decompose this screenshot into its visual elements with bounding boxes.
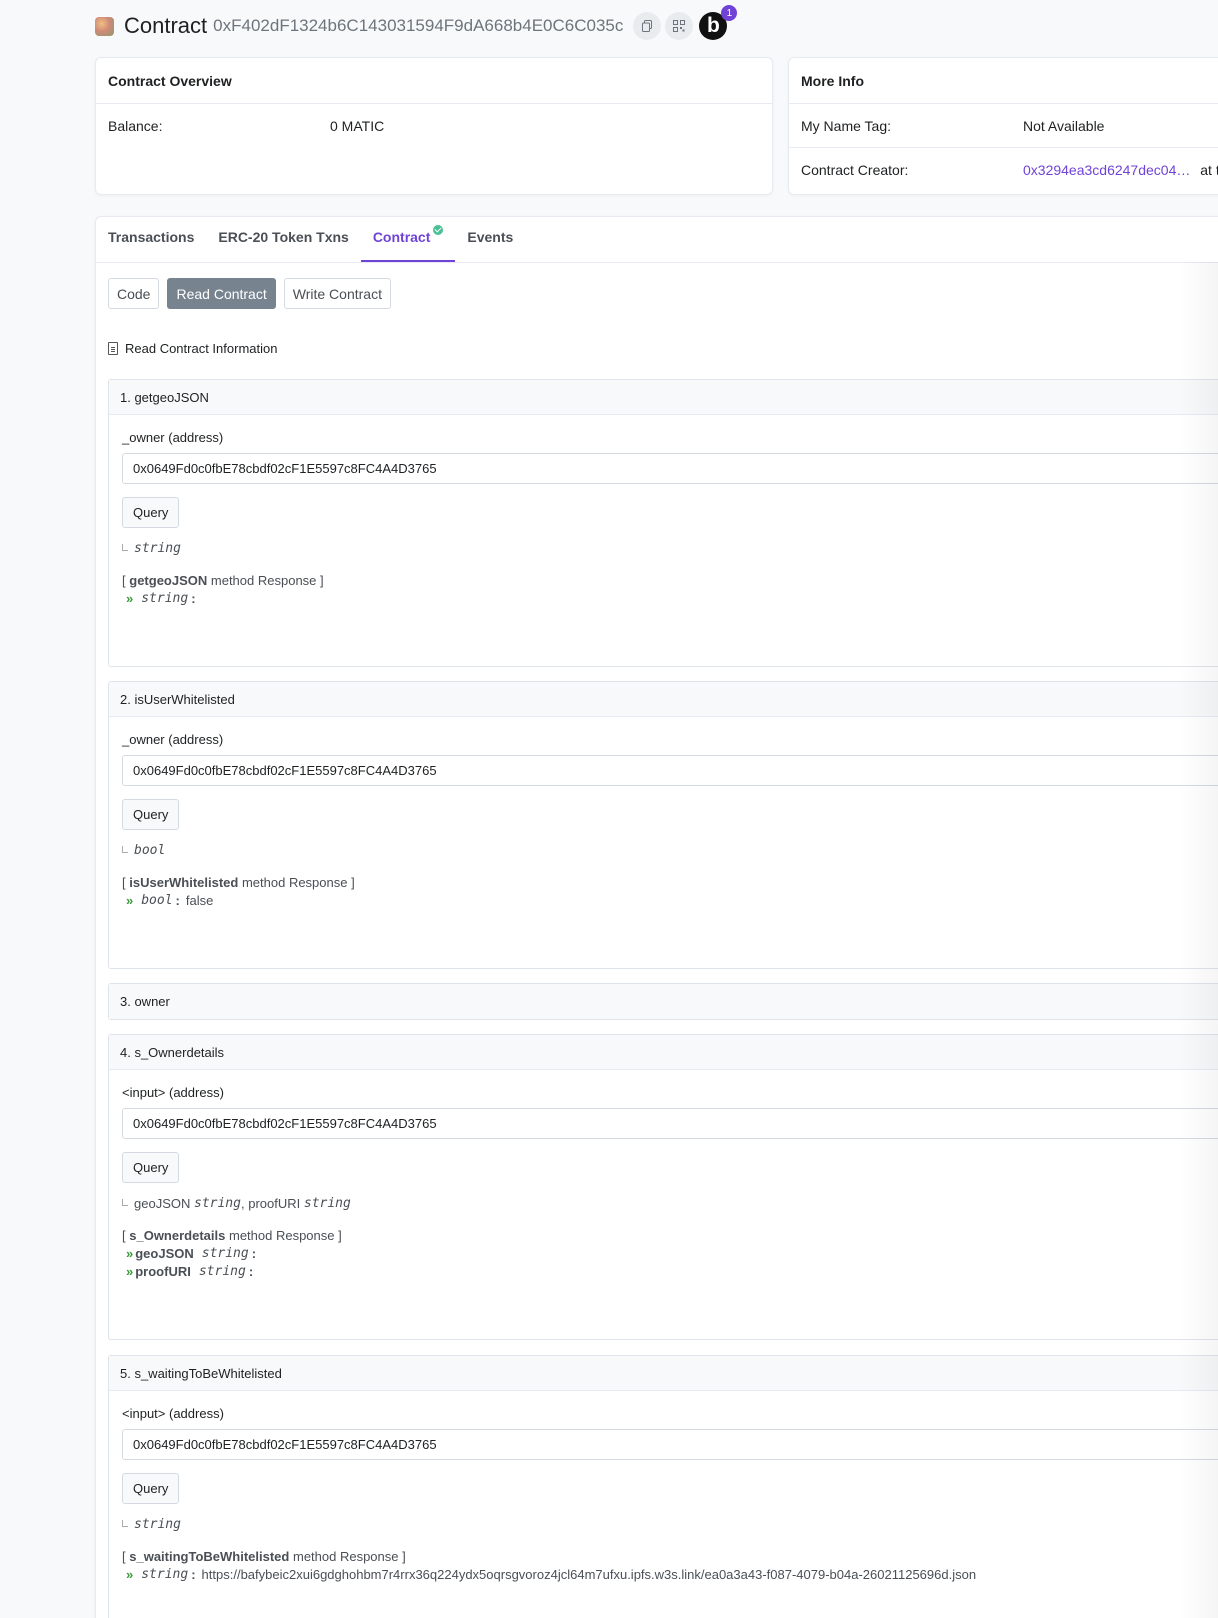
contract-subtabs: Code Read Contract Write Contract <box>96 263 1218 309</box>
blockscan-chat-button[interactable]: b 1 <box>699 5 738 40</box>
contract-creator-link[interactable]: 0x3294ea3cd6247dec04… <box>1023 162 1190 178</box>
param-label: <input> (address) <box>122 1085 224 1100</box>
param-label: _owner (address) <box>122 430 224 445</box>
return-corner-icon <box>122 846 128 853</box>
response-method-name: s_waitingToBeWhitelisted <box>129 1549 290 1564</box>
return-type: bool <box>122 843 1218 858</box>
return-corner-icon <box>122 1520 128 1527</box>
blockscan-label: b <box>706 14 720 37</box>
double-chevron-icon: » <box>126 1246 134 1261</box>
tab-events[interactable]: Events <box>455 217 525 262</box>
double-chevron-icon: » <box>126 1264 134 1279</box>
tab-contract[interactable]: Contract <box>360 217 456 262</box>
contract-logo-icon <box>95 16 114 36</box>
response-row: » bool: false <box>126 893 214 908</box>
balance-label: Balance: <box>108 118 163 134</box>
return-type: string <box>122 1517 1218 1532</box>
address-input[interactable]: 0x0649Fd0c0fbE78cbdf02cF1E5597c8FC4A4D37… <box>122 1108 1218 1139</box>
response-heading: [ s_waitingToBeWhitelisted method Respon… <box>122 1549 406 1564</box>
creator-tx-prefix: at t <box>1200 162 1218 178</box>
more-info-card: More Info My Name Tag: Not Available Con… <box>788 57 1218 195</box>
query-button[interactable]: Query <box>122 497 180 528</box>
code-button[interactable]: Code <box>108 278 160 309</box>
read-contract-info-heading: Read Contract Information <box>108 341 277 356</box>
qr-code-button[interactable] <box>665 12 694 40</box>
response-heading: [ s_Ownerdetails method Response ] <box>122 1228 342 1243</box>
function-s-ownerdetails: 4. s_Ownerdetails <input> (address) 0x06… <box>108 1034 1218 1340</box>
double-chevron-icon: » <box>126 591 134 606</box>
address-input[interactable]: 0x0649Fd0c0fbE78cbdf02cF1E5597c8FC4A4D37… <box>122 1429 1218 1460</box>
response-row: » string: https://bafybeic2xui6gdghohbm7r4… <box>126 1567 977 1582</box>
balance-value: 0 MATIC <box>330 118 385 134</box>
function-owner: 3. owner <box>108 983 1218 1020</box>
document-icon <box>108 342 118 355</box>
function-header[interactable]: 2. isUserWhitelisted <box>109 682 1218 717</box>
response-row: » proofURI string: <box>126 1264 254 1279</box>
response-method-name: s_Ownerdetails <box>129 1228 226 1243</box>
contract-overview-card: Contract Overview Balance: 0 MATIC <box>95 57 773 195</box>
param-label: <input> (address) <box>122 1406 224 1421</box>
function-isuserwhitelisted: 2. isUserWhitelisted _owner (address) 0x… <box>108 681 1218 969</box>
return-corner-icon <box>122 544 128 551</box>
panel-edge-shadow <box>1178 262 1218 1618</box>
tab-erc20-token-txns[interactable]: ERC-20 Token Txns <box>206 217 360 262</box>
query-button[interactable]: Query <box>122 1473 180 1504</box>
copy-address-button[interactable] <box>633 12 662 40</box>
address-input[interactable]: 0x0649Fd0c0fbE78cbdf02cF1E5597c8FC4A4D37… <box>122 755 1218 786</box>
return-corner-icon <box>122 1199 128 1206</box>
copy-icon <box>642 20 653 32</box>
contract-tabs-card: Transactions ERC-20 Token Txns Contract … <box>95 216 1218 1618</box>
query-button[interactable]: Query <box>122 1152 180 1183</box>
name-tag-label: My Name Tag: <box>801 117 891 134</box>
tab-bar: Transactions ERC-20 Token Txns Contract … <box>96 217 1218 263</box>
response-method-name: getgeoJSON <box>129 573 208 588</box>
response-row: » geoJSON string: <box>126 1246 257 1261</box>
read-contract-info-title: Read Contract Information <box>125 341 278 356</box>
function-getgeojson: 1. getgeoJSON _owner (address) 0x0649Fd0… <box>108 379 1218 667</box>
function-s-waitingtobewhitelisted: 5. s_waitingToBeWhitelisted <input> (add… <box>108 1355 1218 1618</box>
function-header[interactable]: 1. getgeoJSON <box>109 380 1218 415</box>
contract-overview-title: Contract Overview <box>96 58 772 104</box>
address-input[interactable]: 0x0649Fd0c0fbE78cbdf02cF1E5597c8FC4A4D37… <box>122 453 1218 484</box>
function-header[interactable]: 3. owner <box>109 984 1218 1019</box>
param-label: _owner (address) <box>122 732 224 747</box>
function-header[interactable]: 4. s_Ownerdetails <box>109 1035 1218 1070</box>
response-value: https://bafybeic2xui6gdghohbm7r4rrx36q22… <box>201 1567 977 1582</box>
balance-row: Balance: 0 MATIC <box>96 104 772 148</box>
contract-creator-label: Contract Creator: <box>801 162 909 178</box>
write-contract-button[interactable]: Write Contract <box>283 278 391 309</box>
page-header: Contract 0xF402dF1324b6C143031594F9dA668… <box>95 5 738 42</box>
response-heading: [ getgeoJSON method Response ] <box>122 573 324 588</box>
response-method-name: isUserWhitelisted <box>129 875 239 890</box>
more-info-title: More Info <box>789 58 1218 104</box>
qr-code-icon <box>673 20 686 32</box>
verified-check-icon <box>433 225 444 235</box>
name-tag-row: My Name Tag: Not Available <box>789 104 1218 148</box>
query-button[interactable]: Query <box>122 799 180 830</box>
page-title: Contract <box>124 13 208 38</box>
return-type: string <box>122 541 1218 556</box>
contract-creator-row: Contract Creator: 0x3294ea3cd6247dec04… … <box>789 148 1218 192</box>
name-tag-value: Not Available <box>1023 117 1105 134</box>
read-contract-button[interactable]: Read Contract <box>167 278 276 309</box>
response-value: false <box>185 893 214 908</box>
response-heading: [ isUserWhitelisted method Response ] <box>122 875 355 890</box>
notification-badge: 1 <box>721 5 738 21</box>
contract-address: 0xF402dF1324b6C143031594F9dA668b4E0C6C03… <box>213 16 624 35</box>
tab-contract-label: Contract <box>372 229 431 245</box>
function-header[interactable]: 5. s_waitingToBeWhitelisted <box>109 1356 1218 1391</box>
response-row: » string: <box>126 591 196 606</box>
double-chevron-icon: » <box>126 1567 134 1582</box>
tab-transactions[interactable]: Transactions <box>108 217 206 262</box>
return-type: geoJSON string, proofURI string <box>122 1196 1218 1211</box>
double-chevron-icon: » <box>126 893 134 908</box>
